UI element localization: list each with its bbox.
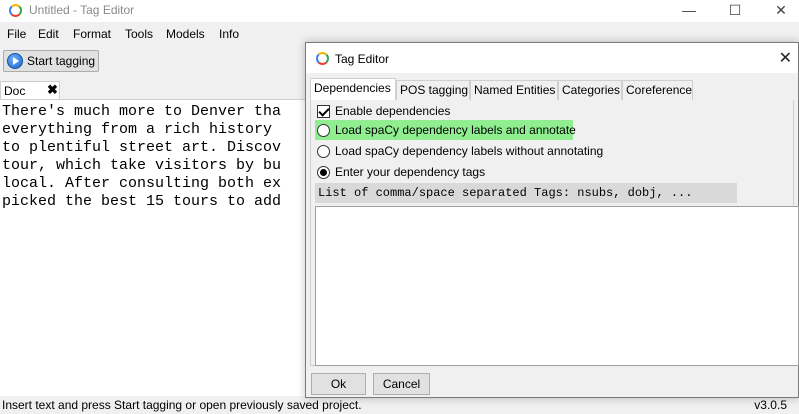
tab-categories[interactable]: Categories <box>558 80 622 100</box>
menu-bar: File Edit Format Tools Models Info <box>0 22 799 44</box>
app-logo-icon <box>9 4 22 17</box>
status-message: Insert text and press Start tagging or o… <box>2 398 362 412</box>
tab-named-entities[interactable]: Named Entities <box>470 80 558 100</box>
option-load-without-annotate[interactable]: Load spaCy dependency labels without ann… <box>311 141 611 161</box>
ok-button[interactable]: Ok <box>311 373 366 395</box>
tab-coreference[interactable]: Coreference <box>622 80 693 100</box>
tab-doc[interactable]: Doc ✖ <box>0 81 60 99</box>
window-title: Untitled - Tag Editor <box>29 3 135 17</box>
status-bar: Insert text and press Start tagging or o… <box>0 396 799 414</box>
dependencies-pane: Enable dependencies Load spaCy dependenc… <box>310 100 799 366</box>
radio-enter-tags-label: Enter your dependency tags <box>335 165 486 179</box>
play-icon <box>7 53 23 69</box>
menu-edit[interactable]: Edit <box>38 27 59 41</box>
radio-load-annotate[interactable] <box>317 124 330 137</box>
close-tab-icon[interactable]: ✖ <box>47 82 58 98</box>
dialog-title-bar: Tag Editor ✕ <box>306 43 798 73</box>
menu-info[interactable]: Info <box>219 27 239 41</box>
main-title-bar: Untitled - Tag Editor — ☐ ✕ <box>0 0 799 22</box>
start-tagging-button[interactable]: Start tagging <box>3 50 99 72</box>
dialog-logo-icon <box>316 52 329 65</box>
option-enter-tags[interactable]: Enter your dependency tags <box>311 162 611 182</box>
enable-dependencies-checkbox[interactable] <box>317 105 330 118</box>
dialog-close-button[interactable]: ✕ <box>779 48 792 68</box>
close-window-button[interactable]: ✕ <box>758 0 799 22</box>
radio-load-without-annotate-label: Load spaCy dependency labels without ann… <box>335 144 604 158</box>
dialog-title: Tag Editor <box>335 52 390 66</box>
radio-load-without-annotate[interactable] <box>317 145 330 158</box>
version-label: v3.0.5 <box>754 398 787 412</box>
menu-file[interactable]: File <box>7 27 26 41</box>
start-tagging-label: Start tagging <box>27 54 96 68</box>
tag-editor-dialog: Tag Editor ✕ Dependencies POS tagging Na… <box>305 42 799 398</box>
option-load-annotate[interactable]: Load spaCy dependency labels and annotat… <box>311 120 611 140</box>
menu-models[interactable]: Models <box>166 27 205 41</box>
tags-text-input[interactable] <box>315 206 799 366</box>
radio-load-annotate-label: Load spaCy dependency labels and annotat… <box>335 123 576 137</box>
menu-format[interactable]: Format <box>73 27 111 41</box>
cancel-button[interactable]: Cancel <box>373 373 430 395</box>
minimize-button[interactable]: — <box>666 0 712 22</box>
tags-entry-label: List of comma/space separated Tags: nsub… <box>315 183 737 203</box>
enable-dependencies-label: Enable dependencies <box>335 104 451 118</box>
tab-pos-tagging[interactable]: POS tagging <box>396 80 470 100</box>
tab-dependencies[interactable]: Dependencies <box>310 78 396 100</box>
radio-enter-tags[interactable] <box>317 166 330 179</box>
maximize-button[interactable]: ☐ <box>712 0 758 22</box>
menu-tools[interactable]: Tools <box>125 27 153 41</box>
tab-doc-label: Doc <box>4 84 26 98</box>
